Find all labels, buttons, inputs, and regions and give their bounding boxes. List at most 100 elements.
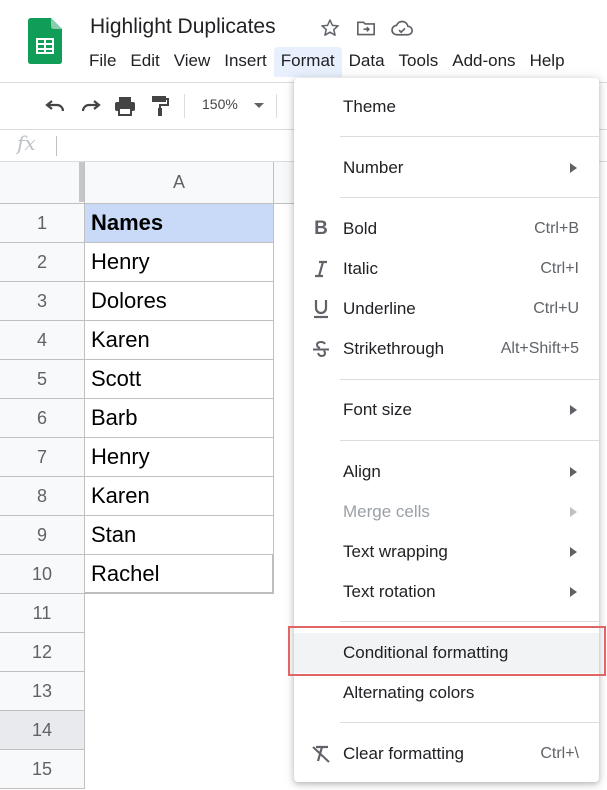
zoom-select[interactable]: 150%	[202, 96, 238, 112]
menu-bar: File Edit View Insert Format Data Tools …	[82, 47, 572, 77]
cell[interactable]: Karen	[85, 321, 274, 360]
submenu-arrow-icon	[570, 467, 577, 477]
menu-format[interactable]: Format	[273, 47, 342, 77]
cell[interactable]: Henry	[85, 438, 274, 477]
underline-icon	[310, 298, 332, 320]
cell[interactable]	[85, 750, 274, 789]
paint-format-icon[interactable]	[148, 94, 172, 118]
menu-item-label: Alternating colors	[343, 683, 475, 702]
row-number[interactable]: 14	[0, 711, 85, 750]
row-number[interactable]: 1	[0, 204, 85, 243]
shortcut-label: Alt+Shift+5	[500, 340, 579, 357]
shortcut-label: Ctrl+B	[534, 220, 579, 237]
cell[interactable]: Names	[85, 204, 274, 243]
sheets-logo-icon[interactable]	[28, 18, 62, 64]
menu-item-label: Number	[343, 158, 404, 177]
row-number[interactable]: 12	[0, 633, 85, 672]
undo-icon[interactable]	[43, 94, 67, 118]
menu-tools[interactable]: Tools	[392, 47, 446, 77]
fx-icon: fx	[17, 131, 36, 155]
menu-help[interactable]: Help	[523, 47, 572, 77]
cell[interactable]: Barb	[85, 399, 274, 438]
column-header-a[interactable]: A	[85, 162, 274, 204]
bold-icon: B	[314, 218, 328, 239]
cloud-status-icon[interactable]	[390, 16, 414, 40]
menu-file[interactable]: File	[82, 47, 123, 77]
menu-edit[interactable]: Edit	[123, 47, 166, 77]
row-number[interactable]: 5	[0, 360, 85, 399]
shortcut-label: Ctrl+\	[540, 745, 579, 762]
cell[interactable]: Dolores	[85, 282, 274, 321]
row-number[interactable]: 4	[0, 321, 85, 360]
format-menu: Theme Number B Bold Ctrl+B Italic Ctrl+I…	[294, 78, 599, 782]
toolbar-separator	[184, 94, 185, 118]
menu-item-italic[interactable]: Italic Ctrl+I	[294, 249, 599, 289]
submenu-arrow-icon	[570, 507, 577, 517]
select-all-corner[interactable]	[0, 162, 85, 204]
menu-item-clear-formatting[interactable]: Clear formatting Ctrl+\	[294, 734, 599, 774]
move-to-folder-icon[interactable]	[354, 16, 378, 40]
document-title[interactable]: Highlight Duplicates	[90, 15, 276, 39]
menu-item-bold[interactable]: B Bold Ctrl+B	[294, 209, 599, 249]
menu-item-text-rotation[interactable]: Text rotation	[294, 572, 599, 612]
shortcut-label: Ctrl+U	[533, 300, 579, 317]
menu-item-merge-cells: Merge cells	[294, 492, 599, 532]
cell[interactable]	[85, 672, 274, 711]
chevron-down-icon[interactable]	[254, 103, 264, 108]
menu-add-ons[interactable]: Add-ons	[445, 47, 522, 77]
menu-insert[interactable]: Insert	[217, 47, 274, 77]
cell[interactable]: Henry	[85, 243, 274, 282]
menu-item-strikethrough[interactable]: Strikethrough Alt+Shift+5	[294, 329, 599, 369]
row-number[interactable]: 2	[0, 243, 85, 282]
menu-item-label: Text wrapping	[343, 542, 448, 561]
menu-item-font-size[interactable]: Font size	[294, 390, 599, 430]
cell[interactable]	[85, 633, 274, 672]
submenu-arrow-icon	[570, 547, 577, 557]
menu-item-label: Underline	[343, 299, 416, 318]
submenu-arrow-icon	[570, 587, 577, 597]
print-icon[interactable]	[113, 94, 137, 118]
row-number[interactable]: 15	[0, 750, 85, 789]
row-number[interactable]: 8	[0, 477, 85, 516]
menu-item-underline[interactable]: Underline Ctrl+U	[294, 289, 599, 329]
menu-separator	[340, 379, 599, 380]
menu-item-theme[interactable]: Theme	[294, 87, 599, 127]
cell[interactable]: Scott	[85, 360, 274, 399]
menu-item-label: Strikethrough	[343, 339, 445, 358]
row-number[interactable]: 6	[0, 399, 85, 438]
menu-item-label: Merge cells	[343, 502, 430, 521]
row-number[interactable]: 11	[0, 594, 85, 633]
menu-item-text-wrapping[interactable]: Text wrapping	[294, 532, 599, 572]
row-number[interactable]: 3	[0, 282, 85, 321]
row-number[interactable]: 9	[0, 516, 85, 555]
menu-item-number[interactable]: Number	[294, 148, 599, 188]
menu-data[interactable]: Data	[342, 47, 392, 77]
redo-icon[interactable]	[79, 94, 103, 118]
cell[interactable]: Rachel	[85, 555, 274, 594]
submenu-arrow-icon	[570, 405, 577, 415]
row-number[interactable]: 7	[0, 438, 85, 477]
star-icon[interactable]	[318, 16, 342, 40]
menu-separator	[340, 621, 599, 622]
cell[interactable]	[85, 594, 274, 633]
row-number[interactable]: 13	[0, 672, 85, 711]
menu-view[interactable]: View	[167, 47, 218, 77]
menu-item-label: Align	[343, 462, 381, 481]
toolbar-separator	[276, 94, 277, 118]
shortcut-label: Ctrl+I	[540, 260, 579, 277]
menu-separator	[340, 440, 599, 441]
menu-item-label: Clear formatting	[343, 744, 464, 763]
formula-bar-separator	[56, 136, 57, 156]
menu-separator	[340, 197, 599, 198]
cell[interactable]: Stan	[85, 516, 274, 555]
cell[interactable]	[85, 711, 274, 750]
clear-formatting-icon	[310, 743, 332, 765]
menu-separator	[340, 136, 599, 137]
menu-separator	[340, 722, 599, 723]
row-number[interactable]: 10	[0, 555, 85, 594]
menu-item-label: Text rotation	[343, 582, 436, 601]
cell[interactable]: Karen	[85, 477, 274, 516]
menu-item-label: Italic	[343, 259, 378, 278]
menu-item-alternating-colors[interactable]: Alternating colors	[294, 673, 599, 713]
menu-item-align[interactable]: Align	[294, 452, 599, 492]
